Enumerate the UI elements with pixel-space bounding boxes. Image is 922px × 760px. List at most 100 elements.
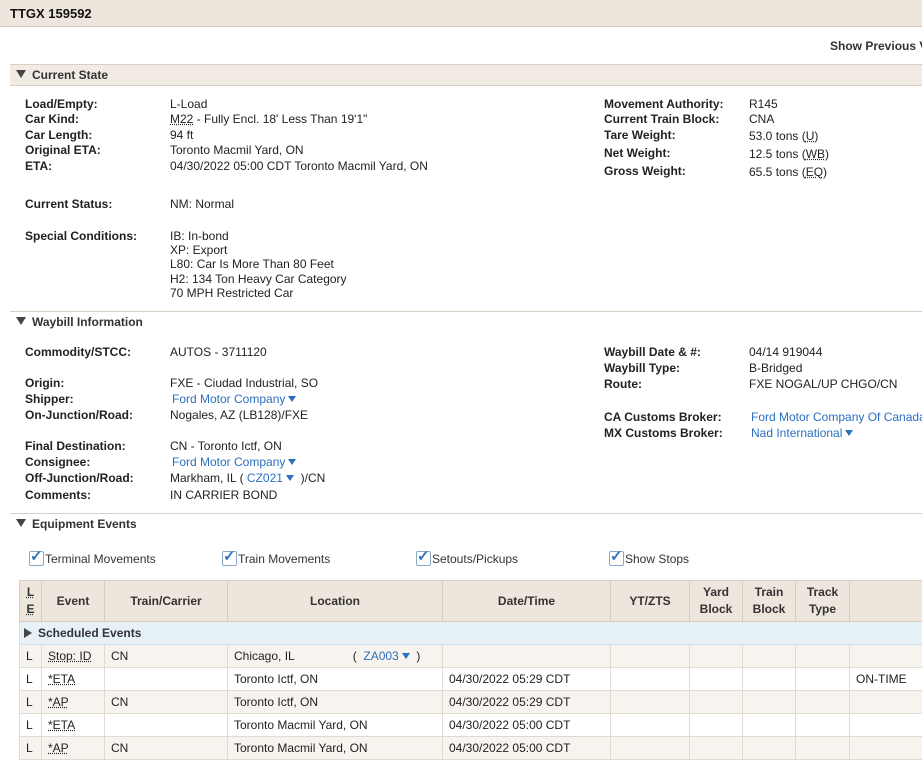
route-label: Route: [604, 377, 642, 391]
col-le[interactable]: LE [20, 581, 42, 622]
checkmark-icon: ✓ [610, 547, 623, 565]
checkmark-icon: ✓ [417, 547, 430, 565]
car-length-value: 94 ft [170, 128, 193, 142]
waybill-title: Waybill Information [32, 315, 143, 329]
col-track-type[interactable]: TrackType [796, 581, 850, 622]
car-kind-value: M22 - Fully Encl. 18' Less Than 19'1" [170, 112, 367, 126]
current-state-title: Current State [32, 68, 108, 82]
event-code[interactable]: *AP [48, 741, 69, 755]
event-code[interactable]: *ETA [48, 718, 75, 732]
original-eta-label: Original ETA: [25, 143, 101, 157]
final-destination-value: CN - Toronto Ictf, ON [170, 439, 282, 453]
car-kind-code[interactable]: M22 [170, 112, 193, 126]
col-event[interactable]: Event [42, 581, 105, 622]
collapse-triangle-icon [16, 317, 26, 325]
shipper-link[interactable]: Ford Motor Company [172, 392, 296, 406]
col-status [850, 581, 922, 622]
table-row[interactable]: L *ETA Toronto Ictf, ON 04/30/2022 05:29… [20, 668, 922, 691]
consignee-label: Consignee: [25, 455, 90, 469]
waybill-header[interactable]: Waybill Information [10, 312, 922, 332]
equipment-events-title: Equipment Events [32, 517, 137, 531]
table-row[interactable]: L *ETA Toronto Macmil Yard, ON 04/30/202… [20, 714, 922, 737]
waybill-date-value: 04/14 919044 [749, 345, 822, 359]
event-code[interactable]: *ETA [48, 672, 75, 686]
event-code[interactable]: Stop: ID [48, 649, 91, 663]
top-bar: TTGX 159592 [0, 0, 922, 27]
current-status-label: Current Status: [25, 197, 112, 211]
tare-weight-label: Tare Weight: [604, 128, 676, 142]
location-code-link[interactable]: ZA003 [363, 649, 409, 663]
net-weight-value: 12.5 tons (WB) [749, 147, 829, 161]
movement-authority-value: R145 [749, 97, 778, 111]
col-train-carrier[interactable]: Train/Carrier [105, 581, 228, 622]
consignee-link[interactable]: Ford Motor Company [172, 455, 296, 469]
mx-broker-label: MX Customs Broker: [604, 426, 723, 440]
dropdown-caret-icon [845, 430, 853, 436]
table-row[interactable]: L *AP CN Toronto Macmil Yard, ON 04/30/2… [20, 737, 922, 760]
mx-broker-link[interactable]: Nad International [751, 426, 853, 440]
commodity-label: Commodity/STCC: [25, 345, 131, 359]
on-junction-label: On-Junction/Road: [25, 408, 133, 422]
final-destination-label: Final Destination: [25, 439, 126, 453]
special-condition-item: XP: Export [170, 243, 227, 257]
ca-broker-label: CA Customs Broker: [604, 410, 722, 424]
gross-weight-code[interactable]: EQ [806, 165, 823, 179]
origin-value: FXE - Ciudad Industrial, SO [170, 376, 318, 390]
comments-label: Comments: [25, 488, 91, 502]
dropdown-caret-icon [402, 653, 410, 659]
waybill-type-label: Waybill Type: [604, 361, 680, 375]
col-yt-zts[interactable]: YT/ZTS [611, 581, 690, 622]
movement-authority-label: Movement Authority: [604, 97, 724, 111]
table-row[interactable]: L Stop: ID CN Chicago, IL( ZA003 ) [20, 645, 922, 668]
waybill-date-label: Waybill Date & #: [604, 345, 701, 359]
expand-triangle-icon [24, 628, 32, 638]
dropdown-caret-icon [288, 396, 296, 402]
scheduled-events-label: Scheduled Events [38, 626, 141, 640]
car-kind-label: Car Kind: [25, 112, 79, 126]
gross-weight-label: Gross Weight: [604, 164, 686, 178]
off-junction-code-link[interactable]: CZ021 [247, 471, 294, 485]
special-condition-item: L80: Car Is More Than 80 Feet [170, 257, 334, 271]
current-train-block-label: Current Train Block: [604, 112, 719, 126]
waybill-type-value: B-Bridged [749, 361, 802, 375]
col-yard-block[interactable]: YardBlock [690, 581, 743, 622]
col-train-block[interactable]: TrainBlock [743, 581, 796, 622]
equipment-events-table: LE Event Train/Carrier Location Date/Tim… [19, 580, 922, 760]
current-state-header[interactable]: Current State [10, 64, 922, 86]
special-condition-item: IB: In-bond [170, 229, 229, 243]
collapse-triangle-icon [16, 70, 26, 78]
load-empty-value: L-Load [170, 97, 207, 111]
dropdown-caret-icon [286, 475, 294, 481]
shipper-label: Shipper: [25, 392, 74, 406]
scheduled-events-group-row[interactable]: Scheduled Events [20, 622, 922, 645]
net-weight-label: Net Weight: [604, 146, 670, 160]
eta-value: 04/30/2022 05:00 CDT Toronto Macmil Yard… [170, 159, 428, 173]
table-header-row: LE Event Train/Carrier Location Date/Tim… [20, 581, 922, 622]
net-weight-code[interactable]: WB [806, 147, 825, 161]
special-conditions-label: Special Conditions: [25, 229, 137, 243]
ca-broker-link[interactable]: Ford Motor Company Of Canada [751, 410, 922, 424]
current-status-value: NM: Normal [170, 197, 234, 211]
route-value: FXE NOGAL/UP CHGO/CN [749, 377, 897, 391]
gross-weight-value: 65.5 tons (EQ) [749, 165, 827, 179]
off-junction-value: Markham, IL ( CZ021 )/CN [170, 471, 325, 485]
col-datetime[interactable]: Date/Time [443, 581, 611, 622]
origin-label: Origin: [25, 376, 64, 390]
checkmark-icon: ✓ [223, 547, 236, 565]
equipment-events-header[interactable]: Equipment Events [10, 514, 922, 534]
table-row[interactable]: L *AP CN Toronto Ictf, ON 04/30/2022 05:… [20, 691, 922, 714]
event-code[interactable]: *AP [48, 695, 69, 709]
status-text: ON-TIME [850, 668, 922, 691]
special-condition-item: 70 MPH Restricted Car [170, 286, 293, 300]
special-condition-item: H2: 134 Ton Heavy Car Category [170, 272, 347, 286]
collapse-triangle-icon [16, 519, 26, 527]
show-previous-link[interactable]: Show Previous V [830, 39, 922, 53]
tare-weight-value: 53.0 tons (U) [749, 129, 818, 143]
checkmark-icon: ✓ [30, 547, 43, 565]
col-location[interactable]: Location [228, 581, 443, 622]
dropdown-caret-icon [288, 459, 296, 465]
original-eta-value: Toronto Macmil Yard, ON [170, 143, 304, 157]
off-junction-label: Off-Junction/Road: [25, 471, 134, 485]
current-train-block-value: CNA [749, 112, 774, 126]
on-junction-value: Nogales, AZ (LB128)/FXE [170, 408, 308, 422]
